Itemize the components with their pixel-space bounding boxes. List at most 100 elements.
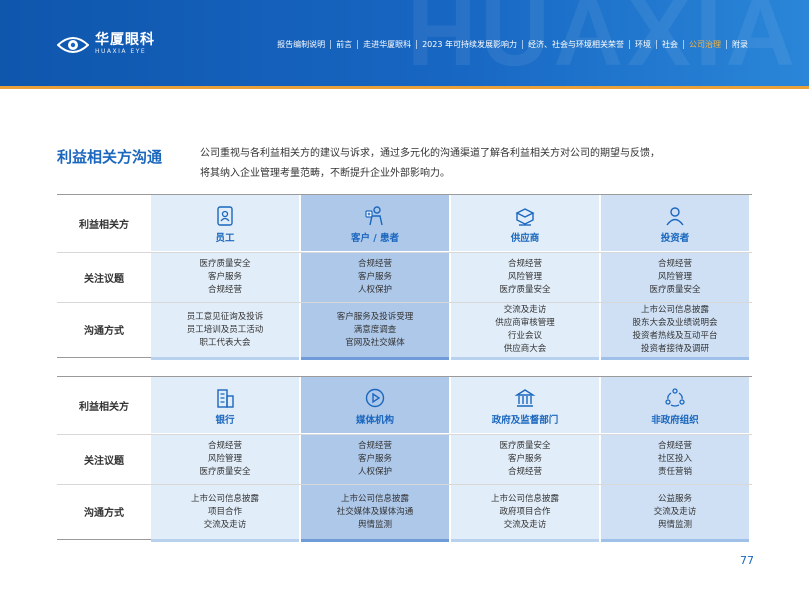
stakeholder-header-cell: 员工	[151, 195, 299, 251]
patient-icon	[365, 206, 383, 226]
table-row-topics: 关注议题 医疗质量安全 客户服务 合规经营 合规经营 客户服务 人权保护 合规经营 风险管理 医疗…	[57, 252, 752, 302]
nav-item-honors[interactable]: 经济、社会与环境相关荣誉	[523, 39, 629, 50]
column-bottom-bar	[301, 539, 449, 542]
topic-item: 风险管理	[507, 272, 542, 282]
channels-cell: 上市公司信息披露 股东大会及业绩说明会 投资者热线及互动平台 投资者接待及调研	[601, 303, 749, 357]
company-logo[interactable]: 华厦眼科 HUAXIA EYE	[57, 33, 155, 56]
stakeholder-header-cell: 客户 / 患者	[301, 195, 449, 251]
stakeholder-header-cell: 投资者	[601, 195, 749, 251]
channel-item: 客户服务及投诉受理	[336, 311, 414, 322]
channel-item: 交流及走访	[653, 506, 697, 517]
stakeholder-name: 媒体机构	[355, 415, 394, 426]
column-bottom-bar	[301, 357, 449, 360]
topic-item: 合规经营	[657, 441, 692, 451]
stakeholder-name: 政府及监督部门	[491, 415, 559, 426]
topic-item: 客户服务	[507, 454, 542, 464]
nav-item-social[interactable]: 社会	[657, 39, 683, 50]
channel-item: 职工代表大会	[199, 337, 251, 348]
channels-cell: 上市公司信息披露 社交媒体及媒体沟通 舆情监测	[301, 485, 449, 539]
topic-item: 合规经营	[357, 441, 392, 451]
channel-item: 上市公司信息披露	[190, 493, 259, 504]
nav-item-environment[interactable]: 环境	[630, 39, 656, 50]
channel-item: 供应商审核管理	[495, 318, 555, 328]
nav-item-about[interactable]: 走进华厦眼科	[358, 39, 416, 50]
channel-item: 上市公司信息披露	[490, 493, 559, 504]
bank-building-icon	[217, 389, 234, 408]
channel-item: 行业会议	[507, 331, 542, 341]
logo-text-cn: 华厦眼科	[95, 32, 155, 48]
government-icon	[514, 389, 536, 407]
stakeholder-header-cell: 非政府组织	[601, 377, 749, 433]
channel-item: 满意度调查	[353, 324, 397, 335]
column-bottom-bar	[451, 357, 599, 360]
topic-item: 客户服务	[357, 272, 392, 282]
channels-cell: 上市公司信息披露 项目合作 交流及走访	[151, 485, 299, 539]
column-bottom-bar	[451, 539, 599, 542]
topic-item: 风险管理	[207, 454, 242, 464]
topic-item: 风险管理	[657, 272, 692, 282]
channel-item: 公益服务	[657, 493, 692, 504]
row-label-stakeholder: 利益相关方	[79, 219, 129, 231]
stakeholder-name: 银行	[215, 415, 235, 426]
topic-item: 医疗质量安全	[649, 285, 701, 295]
stakeholder-header-cell: 媒体机构	[301, 377, 449, 433]
nav-item-preface[interactable]: 前言	[331, 39, 357, 50]
topic-item: 医疗质量安全	[499, 285, 551, 295]
row-label-stakeholder: 利益相关方	[79, 401, 129, 413]
channel-item: 投资者接待及调研	[640, 344, 709, 354]
channels-cell: 交流及走访 供应商审核管理 行业会议 供应商大会	[451, 303, 599, 357]
topics-cell: 合规经营 客户服务 人权保护	[301, 435, 449, 484]
channel-item: 上市公司信息披露	[340, 493, 409, 504]
stakeholder-name: 客户 / 患者	[350, 233, 400, 244]
channel-item: 交流及走访	[503, 519, 547, 530]
intro-line-2: 将其纳入企业管理考量范畴，不断提升企业外部影响力。	[200, 168, 450, 179]
topic-item: 合规经营	[507, 467, 542, 477]
table-row-channels: 沟通方式 员工意见征询及投诉 员工培训及员工活动 职工代表大会 客户服务及投诉受理 满意度…	[57, 302, 752, 357]
channel-item: 交流及走访	[203, 519, 247, 530]
channel-item: 交流及走访	[503, 305, 547, 315]
intro-line-1: 公司重视与各利益相关方的建议与诉求，通过多元化的沟通渠道了解各利益相关方对公司的…	[200, 148, 660, 159]
channel-item: 政府项目合作	[499, 506, 551, 517]
topic-item: 医疗质量安全	[199, 259, 251, 269]
channel-item: 社交媒体及媒体沟通	[336, 506, 414, 517]
channels-cell: 客户服务及投诉受理 满意度调查 官网及社交媒体	[301, 303, 449, 357]
stakeholder-header-cell: 供应商	[451, 195, 599, 251]
topic-item: 人权保护	[357, 285, 392, 295]
channels-cell: 上市公司信息披露 政府项目合作 交流及走访	[451, 485, 599, 539]
nav-item-impact-2023[interactable]: 2023 年可持续发展影响力	[417, 39, 522, 50]
nav-item-report-notes[interactable]: 报告编制说明	[272, 39, 330, 50]
topics-cell: 合规经营风险管理医疗质量安全	[151, 435, 299, 484]
channel-item: 员工意见征询及投诉	[186, 311, 264, 322]
channel-item: 员工培训及员工活动	[186, 324, 264, 335]
column-bottom-bar	[601, 539, 749, 542]
table-row-topics: 关注议题 合规经营 风险管理 医疗质量安全 合规经营 客户服务 人权保护 医疗质量安全 客户服务…	[57, 434, 752, 484]
column-bottom-bar	[151, 539, 299, 542]
topics-cell: 合规经营 风险管理 医疗质量安全	[601, 253, 749, 302]
channels-cell: 公益服务 交流及走访 舆情监测	[601, 485, 749, 539]
channels-cell: 员工意见征询及投诉 员工培训及员工活动 职工代表大会	[151, 303, 299, 357]
topics-cell: 合规经营客户服务人权保护	[301, 253, 449, 302]
id-badge-icon	[217, 206, 233, 226]
eye-logo-icon	[57, 36, 89, 53]
topic-item: 客户服务	[207, 272, 242, 282]
header-accent-line	[0, 86, 809, 89]
topic-item: 合规经营	[207, 441, 242, 451]
topic-item: 医疗质量安全	[199, 467, 251, 477]
investor-person-icon	[666, 207, 684, 226]
table-bottom-line	[57, 539, 151, 540]
row-label-channels: 沟通方式	[84, 326, 124, 337]
supply-box-icon	[515, 208, 535, 226]
topic-item: 合规经营	[357, 259, 392, 269]
nav-item-governance[interactable]: 公司治理	[684, 39, 726, 50]
section-intro: 公司重视与各利益相关方的建议与诉求，通过多元化的沟通渠道了解各利益相关方对公司的…	[200, 144, 680, 184]
topic-item: 责任营销	[657, 467, 692, 477]
channel-item: 投资者热线及互动平台	[632, 331, 718, 341]
nav-item-appendix[interactable]: 附录	[727, 39, 753, 50]
channel-item: 上市公司信息披露	[640, 305, 709, 315]
stakeholder-header-cell: 政府及监督部门	[451, 377, 599, 433]
stakeholder-header-cell: 银行	[151, 377, 299, 433]
stakeholder-table: 利益相关方 员工 客户 / 患者 供应商 投资者 关注议题 医疗质量安全 客户服务 合规经营 合规…	[57, 194, 752, 361]
topic-item: 合规经营	[207, 285, 242, 295]
community-circle-icon	[665, 388, 685, 407]
channel-item: 舆情监测	[357, 519, 392, 530]
